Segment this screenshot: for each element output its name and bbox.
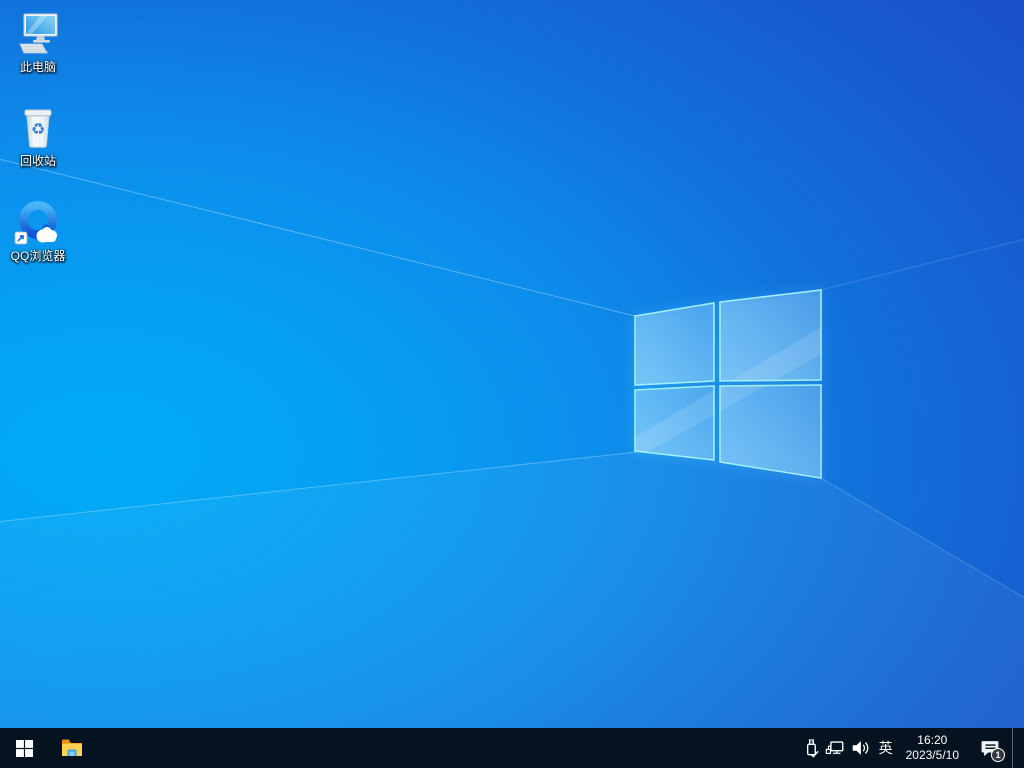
- desktop-icon-label: 此电脑: [0, 60, 76, 74]
- desktop-icon-recycle-bin[interactable]: ♻ 回收站: [0, 104, 76, 168]
- recycle-bin-icon: ♻: [14, 104, 62, 152]
- system-tray: 英 16:20 2023/5/10 1: [798, 728, 1024, 768]
- taskbar-clock[interactable]: 16:20 2023/5/10: [899, 728, 968, 768]
- qq-browser-icon: [14, 199, 62, 247]
- taskbar-empty-area: [96, 728, 798, 768]
- desktop-icon-label: QQ浏览器: [0, 249, 76, 263]
- notification-badge: 1: [991, 748, 1005, 762]
- show-desktop-button[interactable]: [1012, 728, 1024, 768]
- file-explorer-icon: [60, 736, 84, 760]
- usb-safely-remove-icon[interactable]: [798, 728, 823, 768]
- desktop-icon-qq-browser[interactable]: QQ浏览器: [0, 199, 76, 263]
- windows-logo-icon: [0, 0, 1024, 728]
- action-center-button[interactable]: 1: [968, 728, 1012, 768]
- clock-date: 2023/5/10: [906, 748, 959, 763]
- volume-icon[interactable]: [848, 728, 873, 768]
- taskbar: 英 16:20 2023/5/10 1: [0, 728, 1024, 768]
- desktop-icon-this-pc[interactable]: 此电脑: [0, 10, 76, 74]
- svg-text:♻: ♻: [31, 120, 45, 139]
- shortcut-arrow-badge: [15, 232, 27, 244]
- start-button[interactable]: [0, 728, 48, 768]
- windows-start-icon: [16, 740, 33, 757]
- desktop-icon-label: 回收站: [0, 154, 76, 168]
- ime-language-indicator[interactable]: 英: [873, 728, 899, 768]
- network-ethernet-icon[interactable]: [823, 728, 848, 768]
- desktop-wallpaper: 此电脑 ♻ 回收站: [0, 0, 1024, 728]
- clock-time: 16:20: [906, 733, 959, 748]
- computer-icon: [14, 10, 62, 58]
- file-explorer-button[interactable]: [48, 728, 96, 768]
